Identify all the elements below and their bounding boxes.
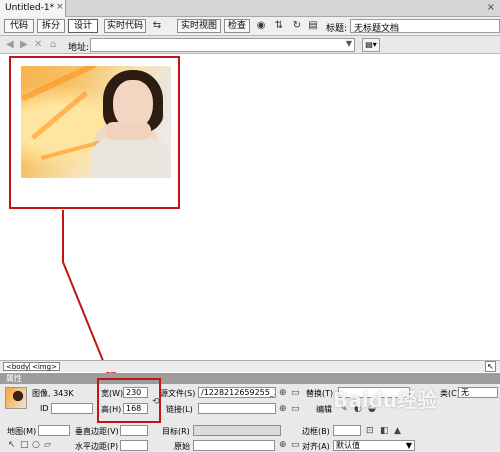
align-label: 对齐(A): [302, 442, 330, 451]
id-label: ID: [40, 404, 49, 413]
image-thumbnail: [5, 387, 27, 409]
class-value: 无: [461, 388, 469, 397]
code-view-button[interactable]: 代码: [4, 19, 34, 33]
window-close-icon[interactable]: ×: [487, 2, 495, 13]
back-icon[interactable]: ◀: [6, 39, 14, 50]
hand-pointer-icon[interactable]: ↖: [8, 440, 16, 450]
document-tab-strip: Untitled-1* × ×: [0, 0, 500, 17]
title-label: 标题:: [326, 24, 348, 34]
image-info-label: 图像, 343K: [32, 389, 74, 398]
src-input[interactable]: /1228212659255_2.jpg: [198, 387, 276, 398]
address-dropdown-icon[interactable]: ▼: [346, 39, 352, 48]
vspace-input[interactable]: [120, 425, 148, 436]
original-label: 原始: [174, 442, 190, 451]
id-input[interactable]: [51, 403, 93, 414]
map-label: 地图(M): [7, 427, 37, 436]
link-folder-icon[interactable]: ▭: [291, 404, 300, 414]
align-select[interactable]: 默认值 ▼: [333, 440, 415, 451]
address-input[interactable]: ▼: [90, 38, 355, 52]
inspect-button[interactable]: 检查: [224, 19, 250, 33]
design-view-button[interactable]: 设计: [68, 19, 98, 33]
class-label: 类(C): [440, 389, 460, 398]
selected-image[interactable]: [21, 66, 171, 178]
rect-hotspot-icon[interactable]: □: [20, 440, 29, 450]
border-label: 边框(B): [302, 427, 330, 436]
address-label: 地址:: [68, 43, 90, 53]
forward-icon[interactable]: ▶: [20, 39, 28, 50]
sharpen-icon[interactable]: ▲: [394, 426, 401, 436]
border-input[interactable]: [333, 425, 361, 436]
folder-icon[interactable]: ▭: [291, 388, 300, 398]
address-bar: ◀ ▶ ✕ ⌂ 地址: ▼ ▤▾: [0, 36, 500, 54]
file-mgmt-icon[interactable]: ⇅: [272, 19, 286, 33]
address-options-icon[interactable]: ▤▾: [362, 38, 380, 52]
refresh-icon[interactable]: ↻: [290, 19, 304, 33]
file-compare-icon[interactable]: ⇆: [150, 19, 164, 33]
map-input[interactable]: [38, 425, 70, 436]
tab-close-icon[interactable]: ×: [56, 2, 64, 12]
original-target-icon[interactable]: ⊕: [279, 440, 287, 450]
src-label: 源文件(S): [160, 389, 196, 398]
alt-label: 替换(T): [306, 389, 334, 398]
target-label: 目标(R): [162, 427, 190, 436]
properties-header: 属性: [0, 373, 500, 384]
link-label: 链接(L): [166, 405, 193, 414]
view-options-icon[interactable]: ▤: [306, 19, 320, 33]
document-toolbar: 代码 拆分 设计 实时代码 ⇆ 实时视图 检查 ◉ ⇅ ↻ ▤ 标题: 无标题文…: [0, 17, 500, 36]
circle-hotspot-icon[interactable]: ○: [32, 440, 40, 450]
image-highlight-box: [9, 56, 180, 209]
page-title-input[interactable]: 无标题文档: [350, 19, 500, 34]
align-value: 默认值: [336, 441, 360, 450]
target-select[interactable]: [193, 425, 281, 436]
stop-icon[interactable]: ✕: [34, 39, 42, 50]
link-input[interactable]: [198, 403, 276, 414]
tag-selector-bar: <body> <img> ↖: [0, 360, 500, 372]
document-tab-title: Untitled-1*: [5, 3, 55, 13]
target-icon[interactable]: ⊕: [279, 388, 287, 398]
tag-img[interactable]: <img>: [29, 362, 60, 371]
original-input[interactable]: [193, 440, 275, 451]
edit-label: 编辑: [316, 405, 332, 414]
properties-title: 属性: [6, 374, 22, 383]
vspace-label: 垂直边距(V): [75, 427, 119, 436]
design-canvas[interactable]: [0, 54, 500, 360]
link-target-icon[interactable]: ⊕: [279, 404, 287, 414]
globe-icon[interactable]: ◉: [254, 19, 268, 33]
class-select[interactable]: 无: [458, 387, 498, 398]
original-folder-icon[interactable]: ▭: [291, 440, 300, 450]
baidu-watermark: Baidu经验: [333, 388, 438, 412]
crop-icon[interactable]: ⊡: [366, 426, 374, 436]
size-highlight-box: [97, 378, 161, 423]
live-code-button[interactable]: 实时代码: [104, 19, 146, 33]
resample-icon[interactable]: ◧: [380, 426, 389, 436]
hspace-label: 水平边距(P): [75, 442, 119, 451]
chevron-down-icon: ▼: [405, 441, 412, 450]
split-view-button[interactable]: 拆分: [37, 19, 65, 33]
document-tab[interactable]: Untitled-1* ×: [0, 0, 66, 17]
select-tool-icon[interactable]: ↖: [485, 361, 496, 372]
home-icon[interactable]: ⌂: [50, 39, 56, 50]
poly-hotspot-icon[interactable]: ▱: [44, 440, 51, 450]
live-view-button[interactable]: 实时视图: [177, 19, 221, 33]
hspace-input[interactable]: [120, 440, 148, 451]
